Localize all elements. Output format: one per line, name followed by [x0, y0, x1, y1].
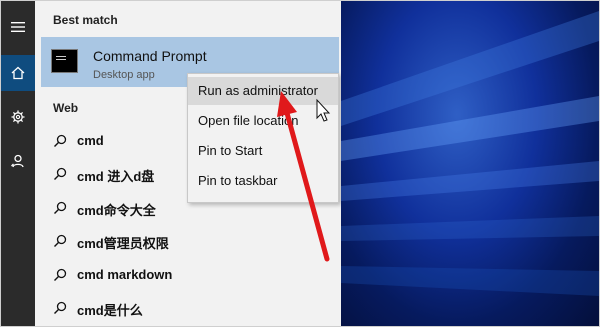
search-icon — [54, 301, 67, 314]
search-icon — [54, 201, 67, 214]
settings-button[interactable] — [1, 99, 35, 135]
web-result-label: cmd管理员权限 — [77, 236, 169, 251]
open-file-location-menu-item[interactable]: Open file location — [188, 107, 338, 135]
user-feedback-icon — [11, 154, 24, 168]
web-result[interactable]: cmd markdown — [41, 259, 339, 291]
search-icon — [54, 167, 67, 180]
search-icon — [54, 134, 67, 147]
context-menu: Run as administrator Open file location … — [187, 73, 339, 203]
web-result-label: cmd是什么 — [77, 303, 143, 318]
pin-to-taskbar-menu-item[interactable]: Pin to taskbar — [188, 167, 338, 195]
desktop-wallpaper — [341, 1, 599, 326]
hamburger-menu-button[interactable] — [1, 9, 35, 45]
wallpaper-light-beams — [341, 11, 599, 296]
run-as-administrator-menu-item[interactable]: Run as administrator — [188, 77, 338, 105]
web-header: Web — [53, 101, 79, 115]
best-match-subtitle: Desktop app — [93, 69, 155, 81]
web-result[interactable]: cmd管理员权限 — [41, 225, 339, 257]
pin-to-start-menu-item[interactable]: Pin to Start — [188, 137, 338, 165]
search-icon — [54, 268, 67, 281]
best-match-header: Best match — [53, 13, 118, 27]
web-result-label: cmd markdown — [77, 267, 173, 282]
command-prompt-icon — [51, 49, 78, 73]
home-icon — [11, 66, 25, 80]
hamburger-menu-icon — [11, 22, 25, 32]
feedback-button[interactable] — [1, 143, 35, 179]
settings-gear-icon — [11, 110, 25, 124]
web-result-label: cmd 进入d盘 — [77, 169, 155, 184]
web-result-label: cmd — [77, 133, 104, 148]
start-rail — [1, 1, 35, 326]
best-match-title: Command Prompt — [93, 48, 207, 64]
web-result[interactable]: cmd是什么 — [41, 292, 339, 324]
screenshot-frame: Best match Web Command Prompt Desktop ap… — [0, 0, 600, 327]
home-button[interactable] — [1, 55, 35, 91]
search-icon — [54, 234, 67, 247]
web-result-label: cmd命令大全 — [77, 203, 156, 218]
